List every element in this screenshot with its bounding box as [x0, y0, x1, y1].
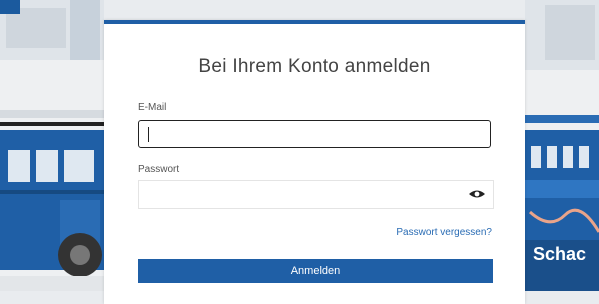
- password-field[interactable]: [138, 180, 494, 209]
- password-input[interactable]: [139, 181, 459, 208]
- email-label: E-Mail: [138, 102, 167, 113]
- eye-icon[interactable]: [467, 187, 487, 201]
- forgot-password-link[interactable]: Passwort vergessen?: [396, 227, 492, 238]
- login-card: Bei Ihrem Konto anmelden E-Mail Passwort…: [104, 20, 525, 304]
- email-input[interactable]: [138, 120, 491, 148]
- text-caret: [148, 127, 149, 142]
- login-button[interactable]: Anmelden: [138, 259, 493, 283]
- background-right-tram-illustration: Schac: [525, 0, 599, 291]
- background-left-bus-illustration: [0, 0, 104, 291]
- background-sign-text: Schac: [533, 244, 587, 264]
- password-label: Passwort: [138, 164, 180, 175]
- login-title: Bei Ihrem Konto anmelden: [198, 56, 431, 77]
